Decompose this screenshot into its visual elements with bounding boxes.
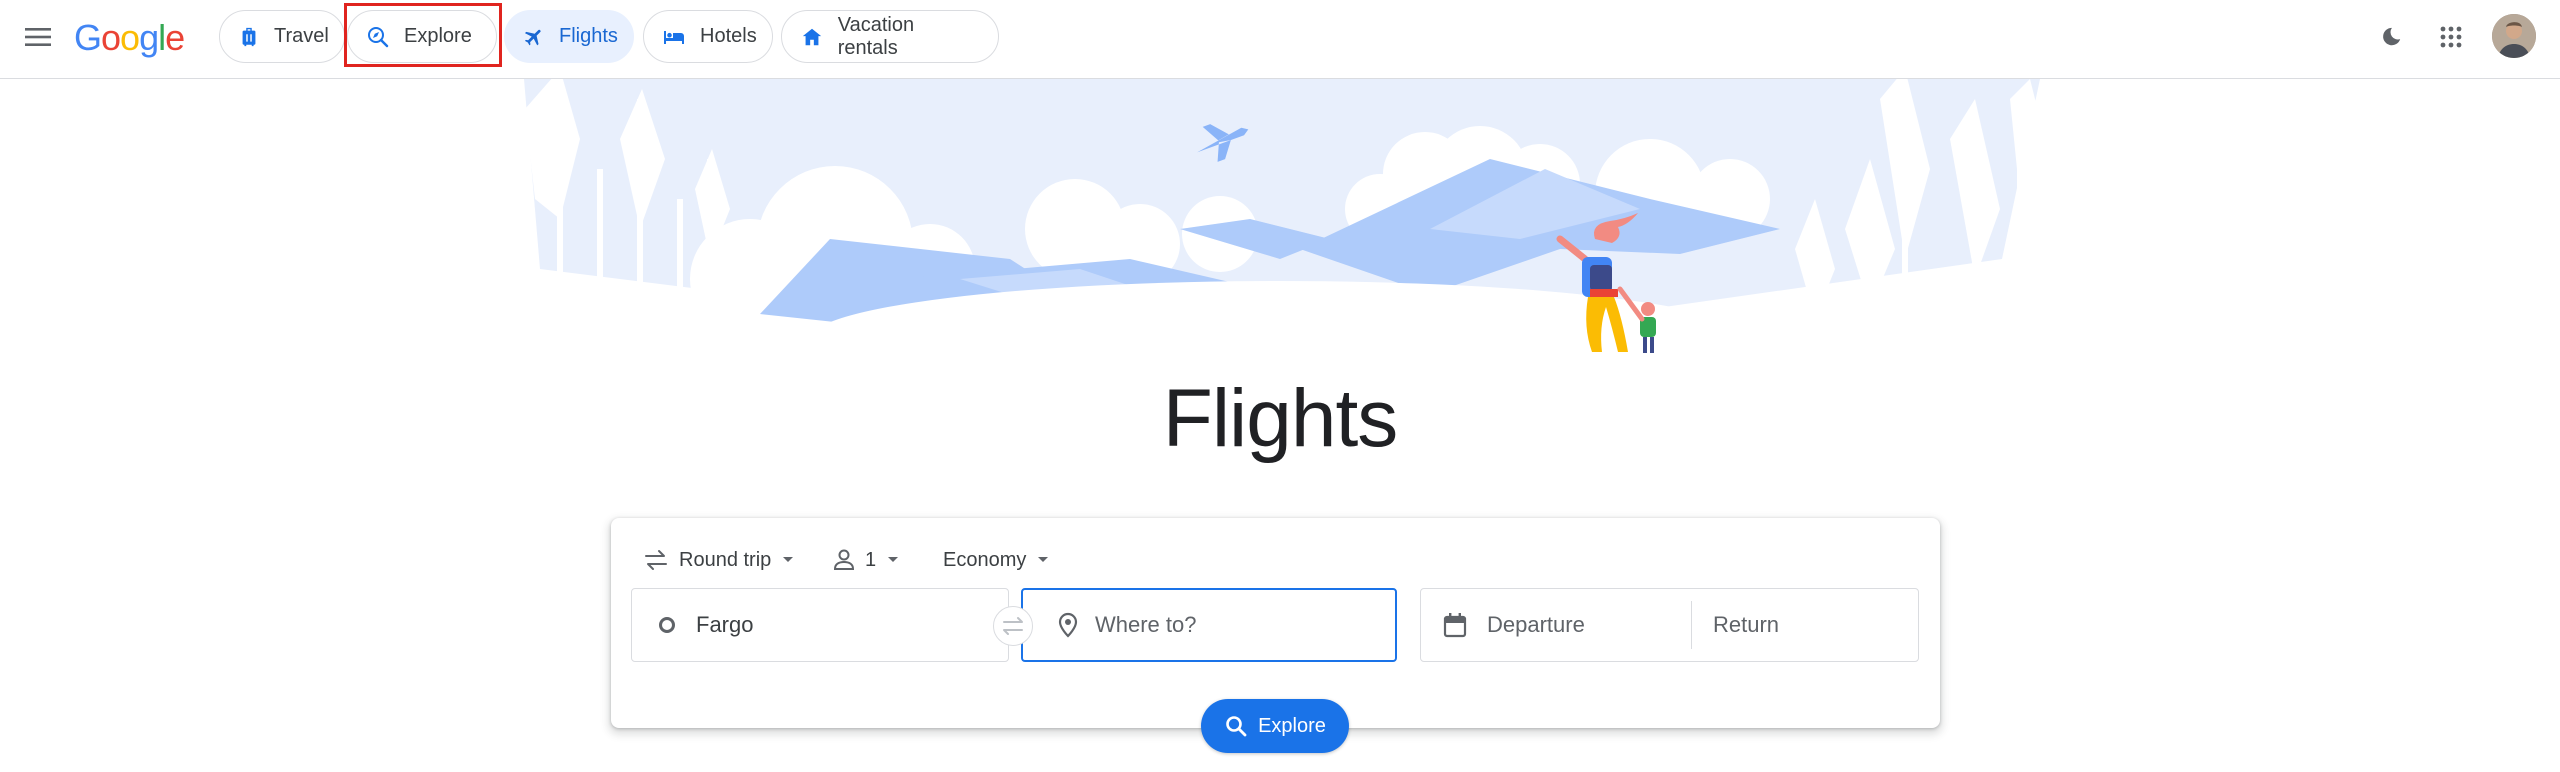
house-icon [800, 25, 824, 49]
swap-arrows-icon [645, 550, 667, 570]
departure-placeholder: Departure [1487, 612, 1585, 637]
moon-icon [2383, 27, 2401, 46]
nav-chip-label: Flights [559, 25, 618, 47]
explore-button-label: Explore [1258, 714, 1326, 737]
trip-type-select[interactable]: Round trip [643, 538, 795, 582]
nav-chip-label: Hotels [700, 25, 757, 47]
date-divider [1691, 601, 1692, 649]
location-pin-icon [1058, 612, 1078, 638]
destination-input[interactable] [1095, 612, 1355, 638]
nav-chip-explore[interactable]: Explore [347, 10, 497, 63]
account-avatar[interactable] [2492, 14, 2536, 58]
cabin-class-value: Economy [943, 548, 1027, 571]
calendar-icon [1443, 613, 1467, 638]
flight-search-card: Round trip 1 Economy Fargo Departure Ret… [611, 518, 1940, 728]
destination-field[interactable] [1021, 588, 1397, 662]
dates-field: Departure Return [1420, 588, 1919, 662]
explore-search-icon [366, 25, 390, 49]
google-apps-button[interactable] [2431, 17, 2471, 57]
nav-chip-label: Vacation rentals [837, 13, 915, 59]
passenger-count: 1 [865, 548, 877, 571]
nav-chip-label: Travel [274, 25, 329, 47]
luggage-icon [238, 25, 260, 49]
chevron-down-icon [1038, 557, 1049, 562]
cabin-class-select[interactable]: Economy [943, 538, 1050, 582]
dark-theme-button[interactable] [2371, 17, 2411, 57]
nav-chip-hotels[interactable]: Hotels [643, 10, 773, 63]
top-header: Google Travel Explore Flights Hotels Vac… [0, 0, 2560, 79]
search-icon [1226, 716, 1247, 737]
departure-date-input[interactable]: Departure [1421, 589, 1691, 661]
chevron-down-icon [783, 557, 794, 562]
trip-type-value: Round trip [679, 548, 772, 571]
passengers-select[interactable]: 1 [833, 538, 900, 582]
user-photo-icon [2492, 14, 2536, 58]
swap-locations-button[interactable] [993, 606, 1033, 646]
nav-chip-flights[interactable]: Flights [504, 10, 634, 63]
hamburger-menu-icon [25, 28, 51, 46]
apps-grid-icon [2440, 26, 2462, 48]
bed-icon [662, 25, 686, 49]
origin-field[interactable]: Fargo [631, 588, 1009, 662]
origin-value: Fargo [696, 612, 754, 637]
nav-chip-travel[interactable]: Travel [219, 10, 345, 63]
swap-arrows-icon [1003, 617, 1023, 635]
person-icon [833, 549, 855, 570]
airplane-icon [523, 25, 545, 49]
hero-illustration [524, 79, 2040, 397]
return-date-input[interactable]: Return [1713, 589, 1779, 661]
origin-circle-icon [659, 617, 675, 633]
explore-search-button[interactable]: Explore [1201, 699, 1349, 753]
return-placeholder: Return [1713, 612, 1780, 637]
nav-chip-vacation-rentals[interactable]: Vacation rentals [781, 10, 999, 63]
google-logo[interactable]: Google [74, 16, 185, 60]
main-menu-button[interactable] [18, 17, 58, 57]
nav-chip-label: Explore [404, 25, 472, 47]
page-title: Flights [1162, 373, 1399, 464]
chevron-down-icon [888, 557, 899, 562]
